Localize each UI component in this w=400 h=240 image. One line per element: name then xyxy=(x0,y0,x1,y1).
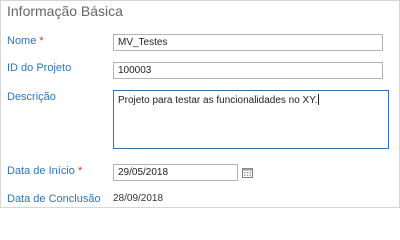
data-inicio-input[interactable]: 29/05/2018 xyxy=(113,164,238,181)
nome-label: Nome * xyxy=(7,35,44,47)
descricao-label: Descrição xyxy=(7,91,56,103)
id-projeto-input[interactable]: 100003 xyxy=(113,62,383,79)
text-caret xyxy=(318,94,320,105)
id-projeto-label: ID do Projeto xyxy=(7,62,72,74)
data-inicio-input-value: 29/05/2018 xyxy=(118,167,169,178)
data-inicio-required-marker: * xyxy=(77,165,83,177)
nome-required-marker: * xyxy=(39,35,44,47)
nome-input[interactable]: MV_Testes xyxy=(113,34,383,51)
descricao-textarea-value: Projeto para testar as funcionalidades n… xyxy=(118,95,318,106)
nome-label-text: Nome xyxy=(7,35,37,47)
nome-input-value: MV_Testes xyxy=(118,37,168,48)
data-inicio-label-text: Data de Início xyxy=(7,165,75,177)
basic-info-panel: Informação Básica Nome * MV_Testes ID do… xyxy=(0,0,400,208)
descricao-textarea[interactable]: Projeto para testar as funcionalidades n… xyxy=(113,90,389,149)
id-projeto-input-value: 100003 xyxy=(118,65,152,76)
calendar-icon[interactable] xyxy=(242,167,253,178)
data-conclusao-label: Data de Conclusão xyxy=(7,193,101,205)
data-conclusao-value: 28/09/2018 xyxy=(113,193,164,204)
section-title: Informação Básica xyxy=(7,3,123,19)
data-inicio-label: Data de Início * xyxy=(7,165,82,177)
